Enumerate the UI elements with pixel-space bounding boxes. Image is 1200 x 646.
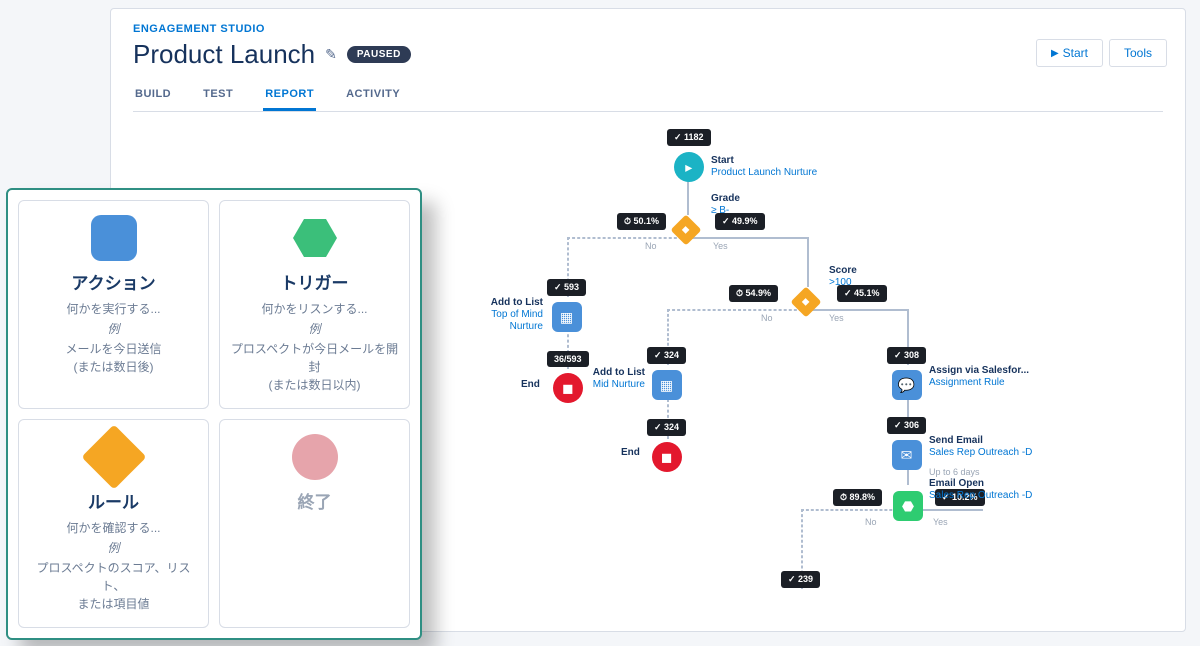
- branch-yes: Yes: [713, 241, 728, 251]
- start-button[interactable]: ▶ Start: [1036, 39, 1103, 67]
- branch-no: No: [645, 241, 657, 251]
- end-shape-icon: [292, 434, 338, 480]
- node-assign[interactable]: ✓ 308 💬: [887, 347, 926, 400]
- connector: [567, 237, 687, 239]
- rule-icon: ◆: [670, 214, 701, 245]
- legend-trigger-card: トリガー 何かをリスンする... 例 プロスペクトが今日メールを開封 (または数…: [219, 200, 410, 409]
- edit-icon[interactable]: ✎: [325, 46, 337, 63]
- legend-action-card: アクション 何かを実行する... 例 メールを今日送信 (または数日後): [18, 200, 209, 409]
- emailopen-label: Up to 6 daysEmail OpenSales Rep Outreach…: [929, 467, 1032, 502]
- end-1-label: End: [521, 379, 540, 391]
- score-left-badge: ⏱ 54.9%: [729, 285, 778, 302]
- node-badge: ✓ 308: [887, 347, 926, 364]
- node-add-list-1[interactable]: ✓ 593 ▦: [547, 279, 586, 332]
- connector: [807, 237, 809, 287]
- rule-icon: ◆: [790, 286, 821, 317]
- rule-shape-icon: [81, 424, 146, 489]
- node-badge: ✓ 1182: [667, 129, 711, 146]
- legend-rule-card: ルール 何かを確認する... 例 プロスペクトのスコア、リスト、 または項目値: [18, 419, 209, 628]
- node-email-open[interactable]: ⬣: [893, 485, 923, 521]
- tools-button[interactable]: Tools: [1109, 39, 1167, 67]
- node-label: Start Product Launch Nurture: [711, 155, 817, 179]
- connector: [687, 179, 689, 215]
- start-button-label: Start: [1063, 46, 1088, 60]
- action-icon: ▦: [652, 370, 682, 400]
- connector: [807, 309, 907, 311]
- trigger-shape-icon: [292, 215, 338, 261]
- connector: [687, 237, 807, 239]
- node-end-2[interactable]: ✓ 324 ◼: [647, 419, 686, 472]
- legend-title: ルール: [29, 488, 198, 513]
- node-add-list-2[interactable]: ✓ 324 ▦: [647, 347, 686, 400]
- node-score[interactable]: ◆: [795, 285, 817, 313]
- node-badge: ✓ 239: [781, 571, 820, 588]
- legend-title: トリガー: [230, 269, 399, 294]
- legend-end-card: 終了: [219, 419, 410, 628]
- legend-desc: 何かを確認する... 例 プロスペクトのスコア、リスト、 または項目値: [29, 519, 198, 613]
- action-icon: 💬: [892, 370, 922, 400]
- branch-yes: Yes: [829, 313, 844, 323]
- branch-no: No: [761, 313, 773, 323]
- legend-desc: 何かを実行する... 例 メールを今日送信 (または数日後): [29, 300, 198, 376]
- tab-report[interactable]: REPORT: [263, 80, 316, 111]
- action-icon: ▦: [552, 302, 582, 332]
- connector: [667, 309, 807, 311]
- status-badge: PAUSED: [347, 46, 411, 63]
- grade-left-badge: ⏱ 50.1%: [617, 213, 666, 230]
- node-badge: 36/593: [547, 351, 589, 367]
- node-badge: ✓ 306: [887, 417, 926, 434]
- branch-yes: Yes: [933, 517, 948, 527]
- action-icon: ✉: [892, 440, 922, 470]
- legend-desc: 何かをリスンする... 例 プロスペクトが今日メールを開封 (または数日以内): [230, 300, 399, 394]
- node-badge: ✓ 324: [647, 419, 686, 436]
- assign-label: Assign via Salesfor...Assignment Rule: [929, 365, 1029, 389]
- node-send-email[interactable]: ✓ 306 ✉: [887, 417, 926, 470]
- node-legend-panel: アクション 何かを実行する... 例 メールを今日送信 (または数日後) トリガ…: [6, 188, 422, 640]
- grade-label: Grade≥ B-: [711, 193, 740, 217]
- tab-activity[interactable]: ACTIVITY: [344, 80, 402, 111]
- trigger-icon: ⬣: [893, 491, 923, 521]
- start-icon: ▸: [674, 152, 704, 182]
- tab-bar: BUILD TEST REPORT ACTIVITY: [133, 80, 1163, 112]
- legend-title: アクション: [29, 269, 198, 294]
- send-email-label: Send EmailSales Rep Outreach -D: [929, 435, 1032, 459]
- tools-button-label: Tools: [1124, 46, 1152, 60]
- tab-build[interactable]: BUILD: [133, 80, 173, 111]
- breadcrumb: ENGAGEMENT STUDIO: [133, 23, 1163, 35]
- node-grade[interactable]: ◆: [675, 213, 697, 241]
- tab-test[interactable]: TEST: [201, 80, 235, 111]
- add-list-2-label: Add to ListMid Nurture: [573, 367, 645, 391]
- end-icon: ◼: [652, 442, 682, 472]
- legend-title: 終了: [230, 488, 399, 513]
- node-bottom[interactable]: ✓ 239: [781, 571, 820, 588]
- end-2-label: End: [621, 447, 640, 459]
- branch-no: No: [865, 517, 877, 527]
- score-label: Score>100: [829, 265, 857, 289]
- play-icon: ▶: [1051, 48, 1059, 59]
- node-badge: ✓ 324: [647, 347, 686, 364]
- page-title: Product Launch: [133, 39, 315, 70]
- action-shape-icon: [91, 215, 137, 261]
- node-start[interactable]: ✓ 1182 ▸: [667, 129, 711, 182]
- add-list-1-label: Add to ListTop of Mind Nurture: [463, 297, 543, 333]
- emailopen-left-badge: ⏱ 89.8%: [833, 489, 882, 506]
- node-badge: ✓ 593: [547, 279, 586, 296]
